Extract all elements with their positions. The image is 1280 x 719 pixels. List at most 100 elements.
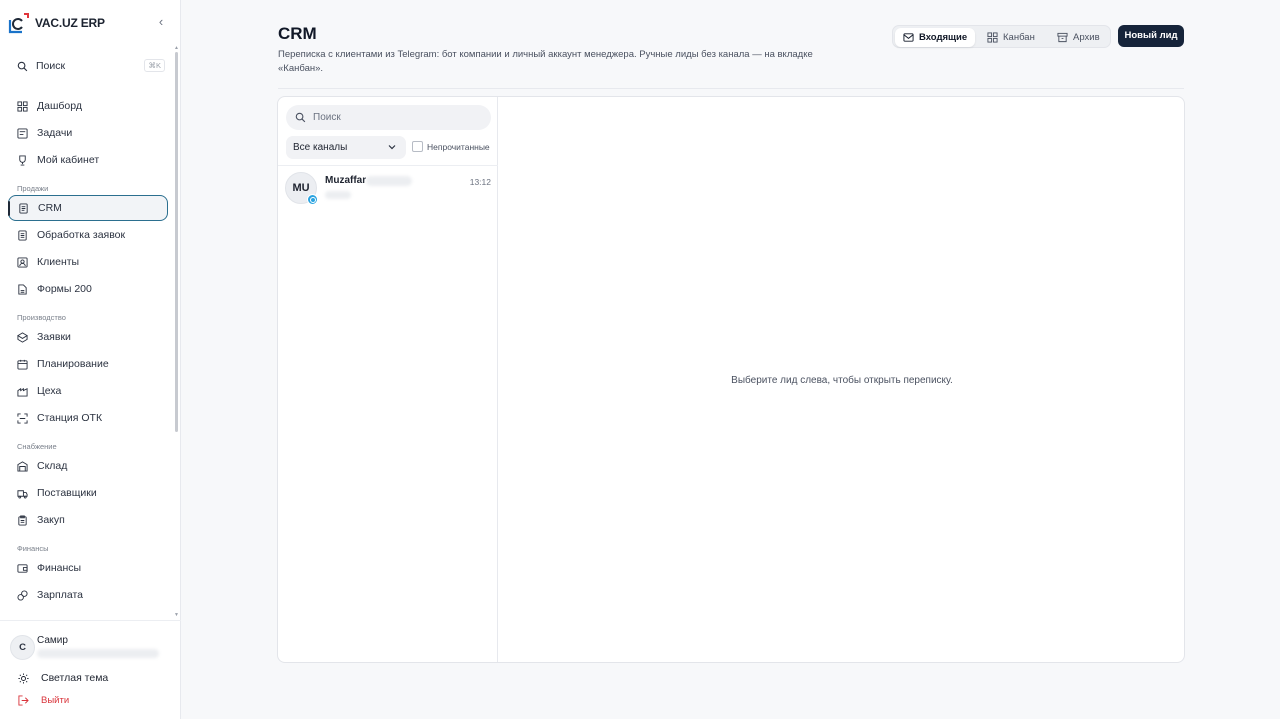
logout-icon xyxy=(18,695,29,706)
sidebar-item-label: Дашборд xyxy=(37,100,82,112)
tab-archive[interactable]: Архив xyxy=(1049,28,1108,47)
sidebar-item-orders[interactable]: Заявки xyxy=(8,324,168,350)
page-title: CRM xyxy=(278,24,317,43)
conversation-search-input[interactable] xyxy=(313,112,483,123)
sidebar-item-label: Цеха xyxy=(37,385,62,397)
forms-icon xyxy=(17,283,28,295)
wallet-icon xyxy=(17,563,28,574)
sidebar-item-purchasing[interactable]: Закуп xyxy=(8,507,168,533)
sidebar-item-my-cabinet[interactable]: Мой кабинет xyxy=(8,147,168,173)
unread-checkbox[interactable] xyxy=(412,141,423,152)
inbox-panel: Все каналы Непрочитанные MU Muzaffar 13:… xyxy=(277,96,1185,663)
sidebar-item-label: CRM xyxy=(38,202,62,214)
logout-label: Выйти xyxy=(41,695,70,706)
tab-label: Канбан xyxy=(1003,32,1035,43)
page-description: Переписка с клиентами из Telegram: бот к… xyxy=(278,49,813,74)
sidebar-item-label: Задачи xyxy=(37,127,73,139)
sidebar-item-qc-station[interactable]: Станция ОТК xyxy=(8,405,168,431)
sidebar-item-forms[interactable]: Формы 200 xyxy=(8,276,168,302)
shortcut-badge: ⌘K xyxy=(144,59,165,72)
sidebar-item-label: Станция ОТК xyxy=(37,412,103,424)
sidebar-item-suppliers[interactable]: Поставщики xyxy=(8,480,168,506)
section-title-production: Производство xyxy=(17,313,66,322)
conversation-time: 13:12 xyxy=(469,177,491,187)
tab-inbox[interactable]: Входящие xyxy=(895,28,976,47)
tab-label: Входящие xyxy=(919,32,968,43)
channel-filter-value: Все каналы xyxy=(293,142,348,153)
empty-state-text: Выберите лид слева, чтобы открыть перепи… xyxy=(731,375,953,386)
collapse-sidebar-icon[interactable]: ‹ xyxy=(153,14,169,30)
scroll-down-arrow[interactable]: ▼ xyxy=(174,613,179,618)
tasks-icon xyxy=(17,127,28,139)
header-divider xyxy=(278,88,1184,89)
kanban-icon xyxy=(987,32,998,43)
sidebar-item-workshops[interactable]: Цеха xyxy=(8,378,168,404)
sidebar-item-label: Поставщики xyxy=(37,487,97,499)
requests-processing-icon xyxy=(17,229,28,241)
crm-icon xyxy=(18,202,29,214)
user-email-redacted xyxy=(37,649,159,658)
sidebar-item-label: Формы 200 xyxy=(37,283,92,295)
sidebar-item-label: Закуп xyxy=(37,514,65,526)
sidebar-scrollbar[interactable] xyxy=(175,52,178,432)
view-tabs: Входящие Канбан Архив xyxy=(892,25,1111,48)
user-name: Самир xyxy=(37,635,68,646)
sidebar-item-label: Склад xyxy=(37,460,68,472)
logo-icon xyxy=(8,12,30,34)
telegram-icon xyxy=(307,194,318,205)
section-title-sales: Продажи xyxy=(17,184,49,193)
sidebar-item-label: Зарплата xyxy=(37,589,83,601)
sidebar-item-label: Клиенты xyxy=(37,256,80,268)
search-icon xyxy=(295,112,306,123)
unread-filter[interactable]: Непрочитанные xyxy=(412,141,490,152)
sidebar-item-finance[interactable]: Финансы xyxy=(8,555,168,581)
section-title-finance: Финансы xyxy=(17,544,49,553)
sidebar-footer: С Самир Светлая тема Выйти xyxy=(0,620,181,719)
coins-icon xyxy=(17,589,28,601)
brand[interactable]: VAC.UZ ERP xyxy=(8,12,105,34)
mail-icon xyxy=(903,32,914,43)
sidebar-item-planning[interactable]: Планирование xyxy=(8,351,168,377)
sidebar-item-tasks[interactable]: Задачи xyxy=(8,120,168,146)
theme-toggle[interactable]: Светлая тема xyxy=(18,672,108,684)
conversation-name-redacted xyxy=(366,176,412,186)
sidebar-item-crm[interactable]: CRM xyxy=(8,195,168,221)
conversation-preview-redacted xyxy=(325,191,351,199)
brand-title: VAC.UZ ERP xyxy=(35,16,105,30)
sun-icon xyxy=(18,672,29,684)
theme-label: Светлая тема xyxy=(41,672,109,684)
scroll-up-arrow[interactable]: ▲ xyxy=(174,46,179,51)
channel-filter-select[interactable]: Все каналы xyxy=(286,136,406,159)
logout-button[interactable]: Выйти xyxy=(18,695,69,706)
sidebar-search-label: Поиск xyxy=(36,60,66,72)
chat-empty-state: Выберите лид слева, чтобы открыть перепи… xyxy=(499,97,1184,662)
conversation-item[interactable]: MU Muzaffar 13:12 xyxy=(278,167,498,209)
calendar-icon xyxy=(17,359,28,370)
sidebar-item-label: Мой кабинет xyxy=(37,154,100,166)
user-avatar[interactable]: С xyxy=(10,635,35,660)
sidebar-item-label: Заявки xyxy=(37,331,71,343)
sidebar-item-salary[interactable]: Зарплата xyxy=(8,582,168,608)
section-title-supply: Снабжение xyxy=(17,442,57,451)
conversation-search[interactable] xyxy=(286,105,491,130)
scan-icon xyxy=(17,412,28,424)
tab-kanban[interactable]: Канбан xyxy=(979,28,1043,47)
sidebar-search[interactable]: Поиск ⌘K xyxy=(8,55,168,77)
clipboard-icon xyxy=(17,514,28,526)
unread-label: Непрочитанные xyxy=(427,141,490,152)
sidebar-item-clients[interactable]: Клиенты xyxy=(8,249,168,275)
truck-icon xyxy=(17,488,28,499)
new-lead-button[interactable]: Новый лид xyxy=(1118,25,1184,47)
trophy-icon xyxy=(17,154,28,166)
sidebar-item-label: Планирование xyxy=(37,358,109,370)
sidebar-item-warehouse[interactable]: Склад xyxy=(8,453,168,479)
sidebar-item-dashboard[interactable]: Дашборд xyxy=(8,93,168,119)
dashboard-icon xyxy=(17,100,28,112)
conversation-name: Muzaffar xyxy=(325,175,367,186)
sidebar: VAC.UZ ERP ‹ Поиск ⌘K Дашборд Задачи Мой… xyxy=(0,0,181,719)
sidebar-item-requests-processing[interactable]: Обработка заявок xyxy=(8,222,168,248)
factory-icon xyxy=(17,386,28,397)
sidebar-item-label: Обработка заявок xyxy=(37,229,126,241)
conversation-list-pane: Все каналы Непрочитанные MU Muzaffar 13:… xyxy=(278,97,498,662)
tab-label: Архив xyxy=(1073,32,1100,43)
